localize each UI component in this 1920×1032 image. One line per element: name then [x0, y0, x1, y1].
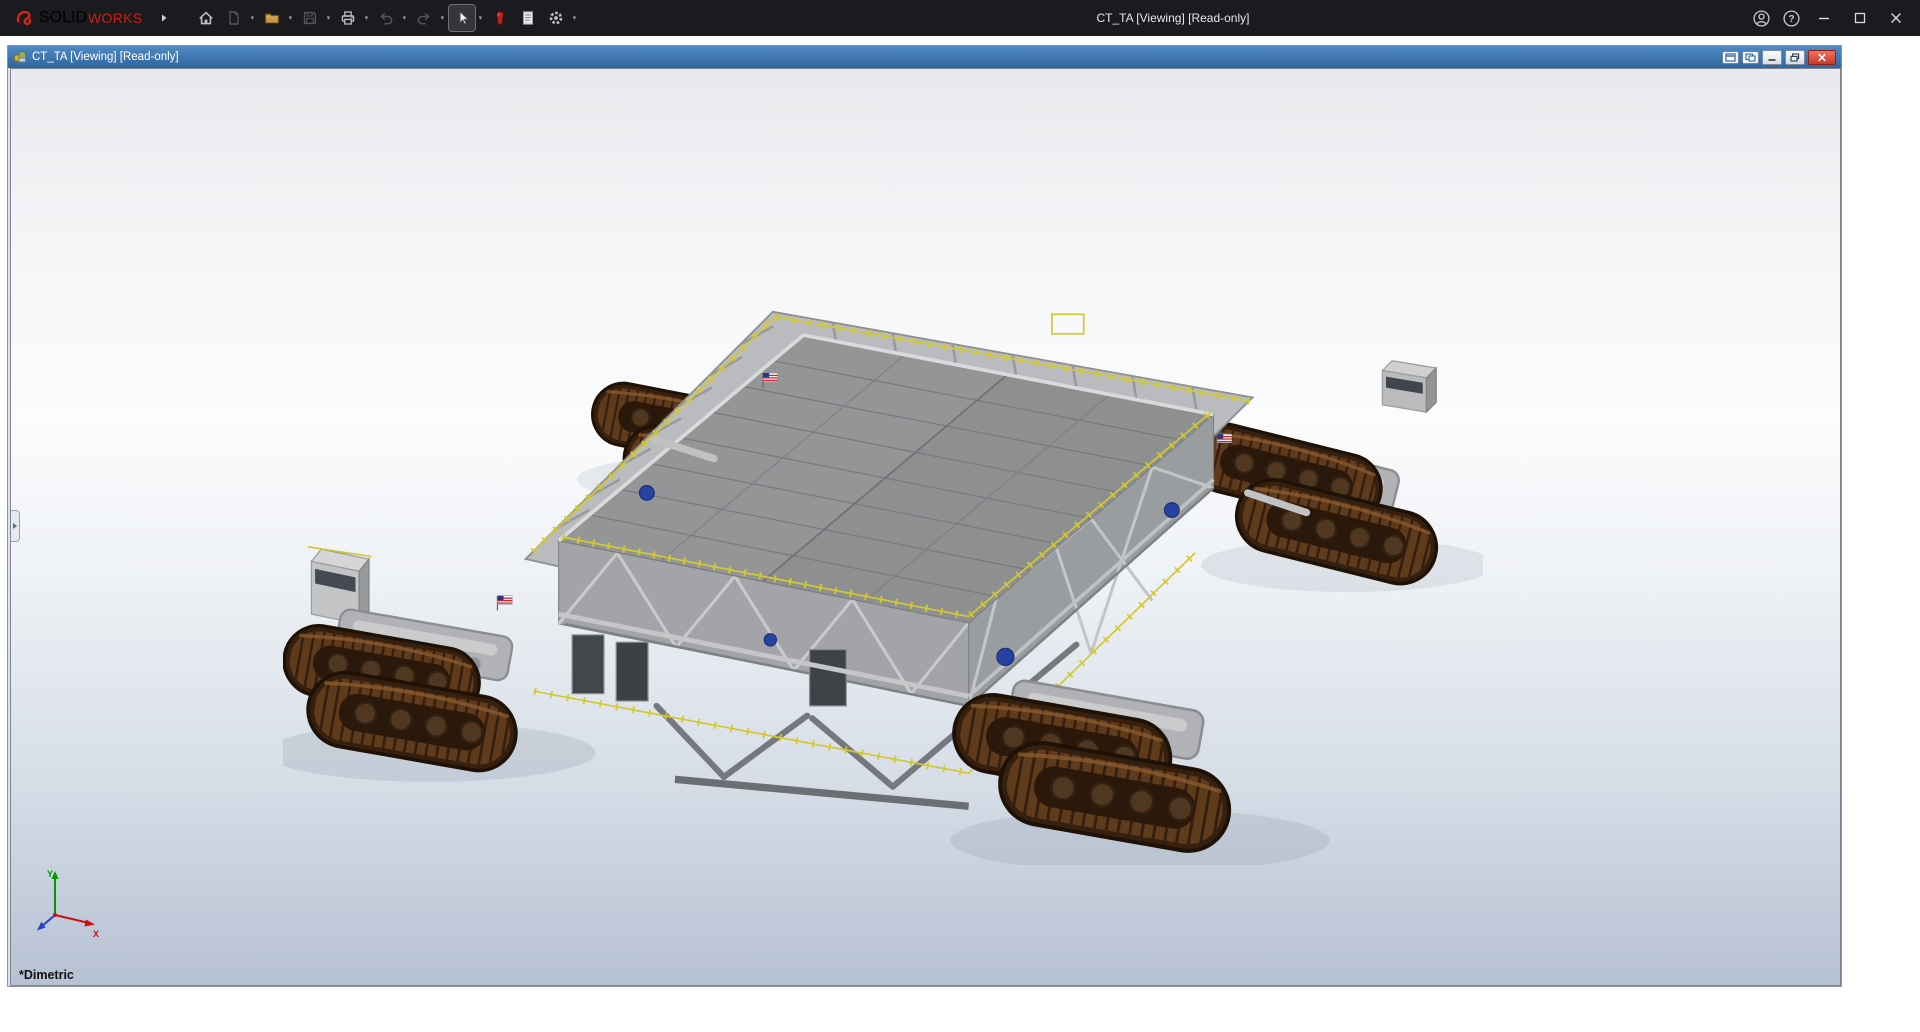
view-orientation-label: *Dimetric: [19, 968, 74, 982]
document-title: CT_TA [Viewing] [Read-only]: [32, 51, 179, 63]
open-icon: [265, 13, 280, 24]
document-titlebar[interactable]: CT_TA [Viewing] [Read-only]: [8, 46, 1841, 68]
red-marker-button[interactable]: [487, 5, 513, 31]
triad-y-label: Y: [47, 869, 53, 879]
toolbar-expand-button[interactable]: [151, 5, 177, 31]
assembly-icon: [14, 51, 26, 63]
app-titlebar: SOLID WORKS ▾ ▾ ▾ ▾ ▾ ▾ ▾ ▾ CT_TA [Viewi…: [0, 0, 1920, 36]
triad-x-label: X: [93, 929, 99, 939]
solidworks-logo: SOLID WORKS: [0, 8, 150, 28]
new-document-icon: [229, 11, 240, 25]
crawler-model: [264, 302, 1495, 873]
maximize-button[interactable]: [1842, 0, 1878, 36]
window-layout-icon-2: [1745, 52, 1756, 62]
document-window: CT_TA [Viewing] [Read-only] Y X *Dimetri…: [7, 45, 1842, 987]
minimize-button[interactable]: [1806, 0, 1842, 36]
doc-minimize-icon: [1768, 58, 1776, 61]
task-pane-button[interactable]: [515, 5, 541, 31]
doc-close-icon: [1818, 53, 1826, 61]
settings-gear-icon: [550, 11, 563, 25]
doc-minimize-button[interactable]: [1762, 49, 1782, 65]
undo-icon: [380, 12, 393, 25]
dassault-logo-icon: [16, 11, 32, 26]
help-button[interactable]: ?: [1776, 0, 1806, 36]
app-title: CT_TA [Viewing] [Read-only]: [1096, 11, 1250, 25]
close-icon: [1891, 13, 1901, 23]
save-dropdown-arrow[interactable]: ▾: [324, 5, 332, 31]
brand-text-works: WORKS: [88, 10, 143, 26]
viewport-canvas[interactable]: Y X *Dimetric: [10, 68, 1841, 986]
select-dropdown-arrow[interactable]: ▾: [476, 5, 484, 31]
doc-restore-icon: [1790, 52, 1800, 62]
doc-close-button[interactable]: [1808, 49, 1836, 65]
new-dropdown-arrow[interactable]: ▾: [248, 5, 256, 31]
red-marker-icon: [496, 11, 504, 25]
svg-text:?: ?: [1788, 14, 1794, 25]
close-button[interactable]: [1878, 0, 1914, 36]
redo-dropdown-arrow[interactable]: ▾: [438, 5, 446, 31]
orientation-triad[interactable]: Y X: [33, 865, 105, 939]
doc-restore-button[interactable]: [1785, 49, 1805, 65]
toolbar-expand-icon: [162, 14, 167, 22]
window-layout-icon-1: [1725, 52, 1736, 62]
settings-dropdown-arrow[interactable]: ▾: [570, 5, 578, 31]
maximize-icon: [1854, 12, 1866, 24]
account-icon: [1752, 9, 1770, 27]
redo-icon: [418, 12, 431, 25]
document-window-controls: [1722, 49, 1836, 65]
save-icon: [304, 11, 317, 25]
open-button[interactable]: [259, 5, 285, 31]
help-icon: ?: [1782, 9, 1800, 27]
brand-text-solid: SOLID: [39, 9, 88, 26]
minimize-icon: [1819, 17, 1829, 20]
redo-button[interactable]: [411, 5, 437, 31]
window-layout-button-2[interactable]: [1742, 50, 1759, 64]
account-button[interactable]: [1746, 0, 1776, 36]
print-dropdown-arrow[interactable]: ▾: [362, 5, 370, 31]
open-dropdown-arrow[interactable]: ▾: [286, 5, 294, 31]
home-button[interactable]: [193, 5, 219, 31]
window-layout-button-1[interactable]: [1722, 50, 1739, 64]
home-icon: [199, 11, 214, 25]
undo-button[interactable]: [373, 5, 399, 31]
select-cursor-icon: [459, 10, 470, 25]
collapsed-panel-tab[interactable]: [11, 510, 20, 542]
new-document-button[interactable]: [221, 5, 247, 31]
save-button[interactable]: [297, 5, 323, 31]
print-icon: [342, 11, 355, 25]
settings-button[interactable]: [543, 5, 569, 31]
window-controls: ?: [1746, 0, 1914, 36]
undo-dropdown-arrow[interactable]: ▾: [400, 5, 408, 31]
print-button[interactable]: [335, 5, 361, 31]
panel-tab-arrow-icon: [13, 523, 17, 529]
task-pane-icon: [523, 11, 534, 25]
select-tool-button[interactable]: [448, 4, 477, 32]
